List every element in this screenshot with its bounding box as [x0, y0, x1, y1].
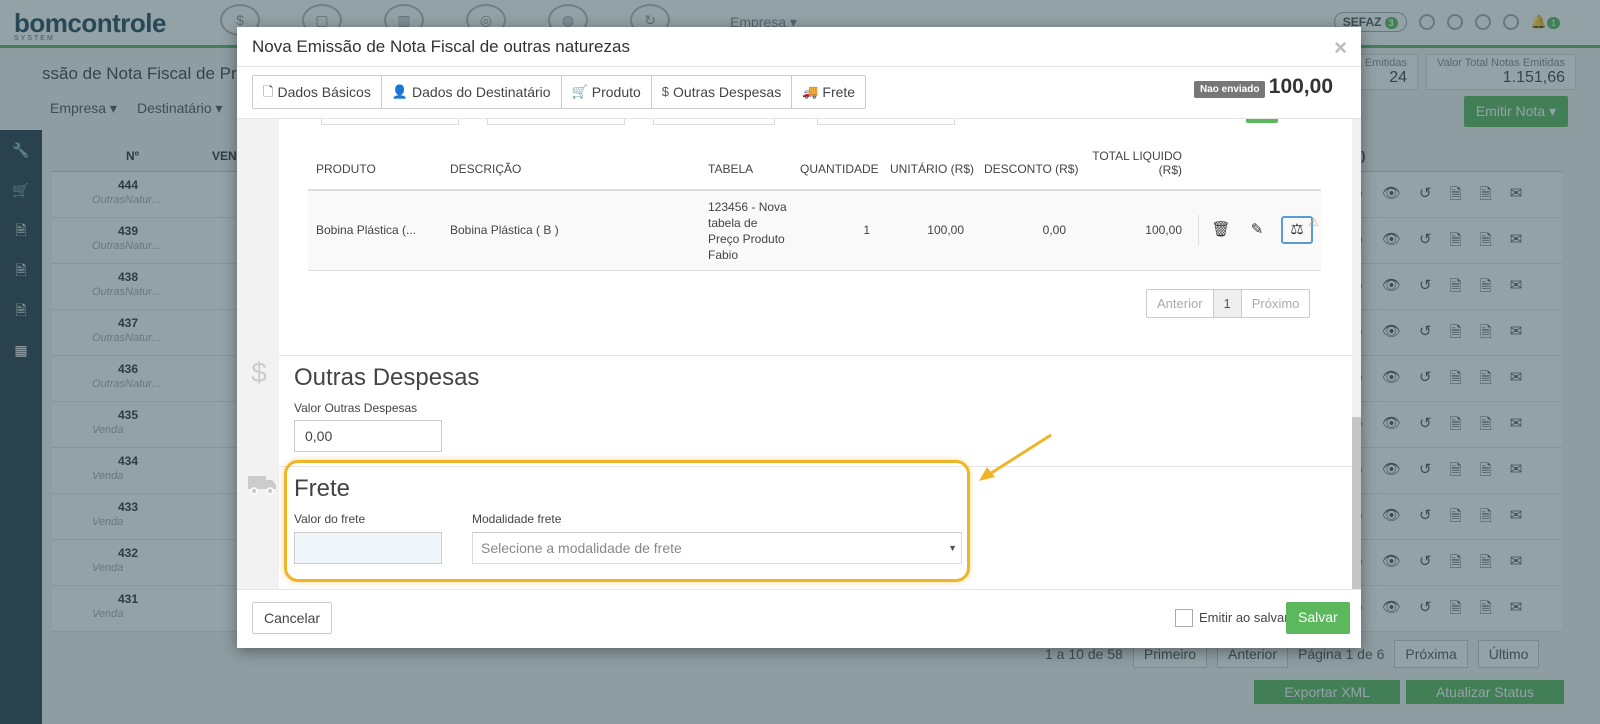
th-desconto: DESCONTO (R$): [984, 162, 1079, 176]
modal-tabs-bar: 🗋 Dados Básicos 👤 Dados do Destinatário 🛒 P…: [237, 67, 1361, 119]
th-tabela: TABELA: [708, 162, 754, 176]
product-table: PRODUTO DESCRIÇÃO TABELA QUANTIDADE UNIT…: [308, 147, 1321, 271]
outras-despesas-label: Valor Outras Despesas: [294, 401, 418, 415]
scrolled-input[interactable]: [321, 119, 459, 125]
outras-despesas-title: Outras Despesas: [294, 364, 480, 391]
tab-frete[interactable]: 🚚 Frete: [792, 76, 865, 108]
file-icon: 🗋: [263, 84, 274, 99]
modal-footer: Cancelar Emitir ao salvar Salvar: [237, 589, 1361, 648]
cancel-button[interactable]: Cancelar: [252, 602, 333, 634]
warning-icon: ⚠: [1308, 215, 1319, 229]
cell-tabela-line: tabela de: [708, 216, 758, 230]
truck-icon: 🚚: [802, 84, 819, 99]
cell-unitario: 100,00: [927, 223, 964, 237]
truck-icon: [247, 471, 277, 503]
close-icon[interactable]: ×: [1334, 35, 1347, 61]
product-table-header: PRODUTO DESCRIÇÃO TABELA QUANTIDADE UNIT…: [308, 147, 1321, 191]
modal-title: Nova Emissão de Nota Fiscal de outras na…: [252, 37, 630, 56]
th-total-line2: (R$): [1158, 163, 1182, 177]
cell-produto: Bobina Plástica (...: [316, 223, 417, 237]
tab-label: Dados Básicos: [277, 84, 371, 100]
status-badge: Nao enviado: [1194, 81, 1266, 98]
cell-tabela-line: Fabio: [708, 248, 739, 262]
table-row: Bobina Plástica (... Bobina Plástica ( B…: [308, 191, 1321, 271]
th-total-line1: TOTAL LIQUIDO: [1092, 149, 1182, 163]
row-actions: 🗑 ✎ ⚖ ⚠: [1198, 215, 1319, 245]
dollar-icon: $: [661, 84, 670, 99]
tab-label: Frete: [822, 84, 856, 100]
trash-icon[interactable]: 🗑: [1209, 218, 1233, 242]
tab-label: Produto: [591, 84, 641, 100]
user-icon: 👤: [391, 84, 409, 99]
tab-produto[interactable]: 🛒 Produto: [562, 76, 652, 108]
modal-header: Nova Emissão de Nota Fiscal de outras na…: [237, 27, 1361, 67]
emit-on-save-label[interactable]: Emitir ao salvar: [1199, 610, 1289, 625]
cell-tabela-line: Preço Produto: [708, 232, 785, 246]
section-gutter: [237, 119, 279, 589]
cell-total: 100,00: [1145, 223, 1182, 237]
scrolled-input[interactable]: [653, 119, 775, 125]
tab-label: Dados do Destinatário: [412, 84, 551, 100]
tab-dados-basicos[interactable]: 🗋 Dados Básicos: [253, 76, 382, 108]
cell-quantidade: 1: [863, 223, 870, 237]
section-tabs: 🗋 Dados Básicos 👤 Dados do Destinatário 🛒 P…: [252, 75, 867, 109]
tab-dados-destinatario[interactable]: 👤 Dados do Destinatário: [382, 76, 562, 108]
emit-on-save-checkbox[interactable]: [1175, 609, 1193, 627]
th-total: TOTAL LIQUIDO (R$): [1092, 149, 1182, 177]
pager-current-page[interactable]: 1: [1213, 290, 1242, 317]
tab-outras-despesas[interactable]: $ Outras Despesas: [652, 76, 793, 108]
scrolled-input[interactable]: [817, 119, 955, 125]
total-value: 100,00: [1268, 75, 1333, 98]
scale-icon[interactable]: ⚖ ⚠: [1281, 215, 1319, 244]
pager-prev-button[interactable]: Anterior: [1147, 290, 1214, 317]
th-unitario: UNITÁRIO (R$): [890, 162, 974, 176]
cart-icon: 🛒: [571, 84, 588, 99]
scrolled-input[interactable]: [487, 119, 625, 125]
modal-scrollbar-thumb[interactable]: [1352, 417, 1361, 589]
product-pager: Anterior 1 Próximo: [1146, 289, 1311, 318]
th-produto: PRODUTO: [316, 162, 376, 176]
th-descricao: DESCRIÇÃO: [450, 162, 522, 176]
modal-body[interactable]: PRODUTO DESCRIÇÃO TABELA QUANTIDADE UNIT…: [237, 119, 1361, 589]
cell-desconto: 0,00: [1042, 223, 1066, 237]
tab-label: Outras Despesas: [673, 84, 782, 100]
emission-modal: Nova Emissão de Nota Fiscal de outras na…: [237, 27, 1361, 648]
dollar-icon: $: [251, 357, 267, 388]
section-divider: [279, 355, 1352, 356]
scrolled-add-button[interactable]: [1246, 119, 1278, 123]
highlight-frame: [284, 460, 970, 582]
edit-icon[interactable]: ✎: [1245, 218, 1269, 242]
cell-tabela-line: 123456 - Nova: [708, 200, 787, 214]
save-button[interactable]: Salvar: [1286, 602, 1350, 634]
cell-tabela: 123456 - Nova tabela de Preço Produto Fa…: [708, 199, 787, 263]
pager-next-button[interactable]: Próximo: [1242, 290, 1310, 317]
cell-descricao: Bobina Plástica ( B ): [450, 223, 559, 237]
th-quantidade: QUANTIDADE: [800, 162, 879, 176]
arrow-icon: [979, 433, 1052, 481]
outras-despesas-input[interactable]: 0,00: [294, 420, 442, 452]
